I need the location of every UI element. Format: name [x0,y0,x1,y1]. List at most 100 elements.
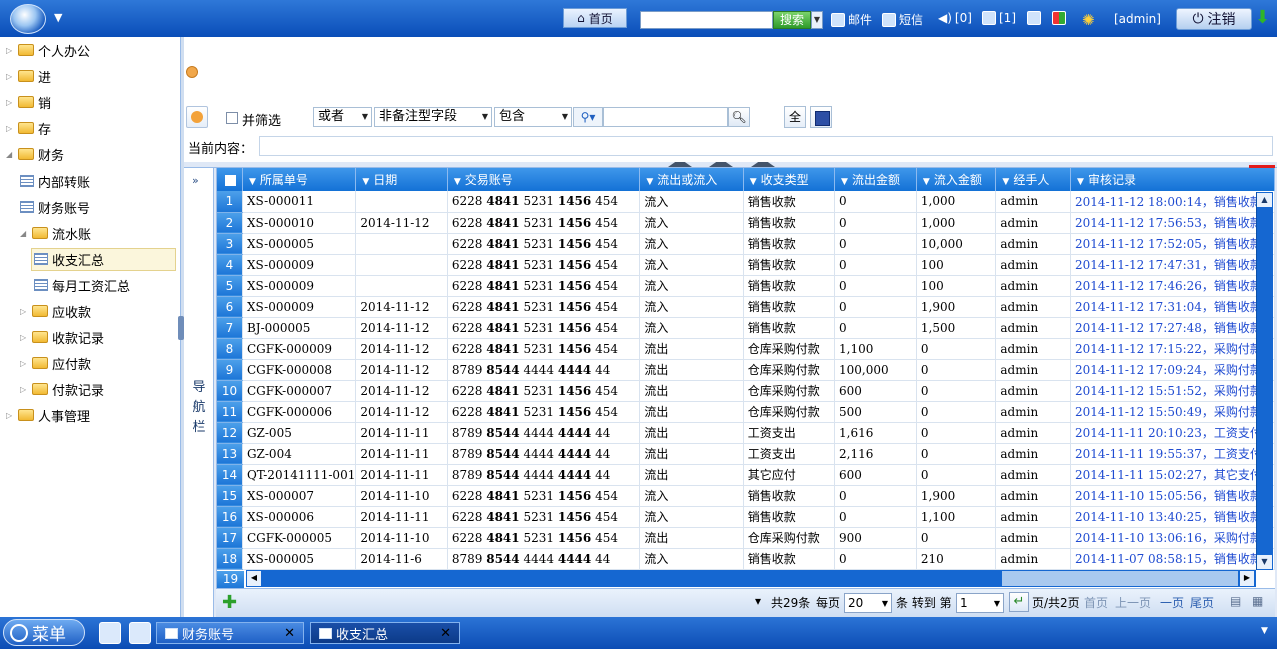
field-select[interactable]: 非备注型字段 [374,107,492,127]
table-row[interactable]: 8 CGFK-000009 2014-11-12 6228 4841 5231 145… [217,338,1275,360]
table-row[interactable]: 18 XS-000005 2014-11-6 8789 8544 4444 4444 … [217,548,1275,570]
tree-item-internal-transfer[interactable]: 内部转账 [20,170,90,192]
tree-item-sales[interactable]: ▷ 销 [6,91,51,113]
col-header-inflow[interactable]: ▼ 流入金额 [916,168,997,191]
tree-item-journal[interactable]: ◢ 流水账 [20,222,91,244]
expand-nav-icon[interactable]: » [192,174,199,187]
logic-select[interactable]: 或者 [313,107,372,127]
search-button[interactable]: 搜索 [773,11,811,29]
operator-select[interactable]: 包含 [494,107,572,127]
tree-item-receipt-records[interactable]: ▷ 收款记录 [20,326,104,348]
grid-view-icon[interactable]: ▦ [1252,594,1263,608]
table-row[interactable]: 17 CGFK-000005 2014-11-10 6228 4841 5231 14… [217,527,1275,549]
add-row-icon[interactable]: ✚ [222,592,237,613]
taskbar-menu-icon[interactable]: ▼ [1261,626,1268,636]
sms-button[interactable]: 短信 [882,11,923,28]
go-page-button[interactable]: ↵ [1009,592,1029,612]
settings-button[interactable]: ✺ [1082,11,1095,29]
scroll-down-icon[interactable]: ▼ [1257,555,1272,569]
last-page-link[interactable]: 尾页 [1190,594,1214,611]
horizontal-scroll-thumb[interactable] [1002,571,1238,586]
start-menu-button[interactable]: 菜单 [3,619,85,646]
search-input[interactable] [640,11,773,29]
current-content-input[interactable] [259,136,1273,156]
navigation-bar-label[interactable]: 导航栏 [192,378,206,438]
col-header-order-no[interactable]: ▼ 所属单号 [242,168,357,191]
tree-item-payables[interactable]: ▷ 应付款 [20,352,91,374]
tree-item-payment-records[interactable]: ▷ 付款记录 [20,378,104,400]
table-row[interactable]: 5 XS-000009 6228 4841 5231 1456 454 流入 销售收款 0… [217,275,1275,297]
scroll-right-icon[interactable]: ▶ [1240,571,1254,586]
table-row[interactable]: 2 XS-000010 2014-11-12 6228 4841 5231 1456 … [217,212,1275,234]
col-header-outflow[interactable]: ▼ 流出金额 [834,168,917,191]
show-all-button[interactable]: 全 [784,106,806,128]
list-view-icon[interactable]: ▤ [1230,594,1241,608]
table-row[interactable]: 9 CGFK-000008 2014-11-12 8789 8544 4444 444… [217,359,1275,381]
tree-item-personal-office[interactable]: ▷ 个人办公 [6,39,90,61]
chevron-down-icon[interactable]: ▼ [54,11,62,24]
filter-value-input[interactable] [603,107,728,127]
search-dropdown-icon[interactable]: ▼ [811,11,823,29]
account-cell: 8789 8544 4444 4444 44 [447,464,641,486]
table-row[interactable]: 13 GZ-004 2014-11-11 8789 8544 4444 4444 44… [217,443,1275,465]
pager-menu-icon[interactable]: ▾ [755,594,761,608]
table-row[interactable]: 6 XS-000009 2014-11-12 6228 4841 5231 1456 … [217,296,1275,318]
col-header-handler[interactable]: ▼ 经手人 [995,168,1072,191]
next-page-link[interactable]: 一页 [1160,594,1184,611]
green-down-arrow-icon[interactable]: ⬇ [1255,9,1271,29]
sort-arrow-icon: ▼ [362,177,370,187]
app-logo-icon[interactable] [10,4,46,34]
home-button[interactable]: ⌂ 首页 [563,8,627,28]
scroll-up-icon[interactable]: ▲ [1257,193,1272,207]
table-row[interactable]: 14 QT-20141111-001 2014-11-11 8789 8544 444… [217,464,1275,486]
col-header-direction[interactable]: ▼ 流出或流入 [639,168,744,191]
doc-button[interactable]: [1] [982,11,1016,25]
close-icon[interactable]: ✕ [440,626,451,641]
close-icon[interactable]: ✕ [284,626,295,641]
table-row[interactable]: 4 XS-000009 6228 4841 5231 1456 454 流入 销售收款 0… [217,254,1275,276]
first-page-link[interactable]: 首页 [1084,594,1108,611]
account-part: 454 [595,278,618,293]
logout-button[interactable]: ⏻ 注销 [1176,8,1252,30]
table-row[interactable]: 3 XS-000005 6228 4841 5231 1456 454 流入 销售收款 0… [217,233,1275,255]
table-row[interactable]: 15 XS-000007 2014-11-10 6228 4841 5231 1456… [217,485,1275,507]
col-header-type[interactable]: ▼ 收支类型 [743,168,836,191]
tree-item-hr[interactable]: ▷ 人事管理 [6,404,90,426]
and-filter-checkbox[interactable] [226,112,238,124]
tree-item-receivables[interactable]: ▷ 应收款 [20,300,91,322]
table-row[interactable]: 1 XS-000011 6228 4841 5231 1456 454 流入 销售收款 0… [217,191,1275,213]
tree-item-income-expense-summary[interactable]: 收支汇总 [34,248,104,270]
select-all-checkbox[interactable] [225,174,236,186]
table-row[interactable]: 10 CGFK-000007 2014-11-12 6228 4841 5231 14… [217,380,1275,402]
theme-button[interactable] [1052,11,1066,25]
vertical-scrollbar[interactable] [1256,192,1273,570]
tile-view-icon[interactable] [129,622,151,644]
quick-launch-icon[interactable] [99,622,121,644]
tree-item-stock[interactable]: ▷ 存 [6,117,51,139]
window-button[interactable] [1027,11,1041,25]
filter-settings-button[interactable] [186,106,208,128]
scroll-left-icon[interactable]: ◀ [247,571,261,586]
col-header-date[interactable]: ▼ 日期 [355,168,448,191]
filter-search-button[interactable]: 🔍︎ [728,107,750,127]
tree-item-monthly-salary[interactable]: 每月工资汇总 [34,274,130,296]
page-number-select[interactable]: 1 [956,593,1004,613]
table-row[interactable]: 7 BJ-000005 2014-11-12 6228 4841 5231 1456 … [217,317,1275,339]
col-header-account[interactable]: ▼ 交易账号 [447,168,641,191]
mail-button[interactable]: 邮件 [831,11,872,28]
col-header-audit[interactable]: ▼ 审核记录 [1070,168,1275,191]
tree-item-finance-account[interactable]: 财务账号 [20,196,90,218]
per-page-select[interactable]: 20 [844,593,892,613]
search-mode-dropdown[interactable]: ⚲▾ [573,107,603,127]
tree-item-purchase[interactable]: ▷ 进 [6,65,51,87]
table-row[interactable]: 11 CGFK-000006 2014-11-12 6228 4841 5231 14… [217,401,1275,423]
prev-page-link[interactable]: 上一页 [1115,594,1151,611]
table-row[interactable]: 12 GZ-005 2014-11-11 8789 8544 4444 4444 44… [217,422,1275,444]
select-all-header[interactable] [217,168,243,191]
task-tab-finance-account[interactable]: 财务账号 ✕ [156,622,304,644]
table-row[interactable]: 16 XS-000006 2014-11-11 6228 4841 5231 1456… [217,506,1275,528]
tree-item-finance[interactable]: ◢ 财务 [6,143,64,165]
save-button[interactable] [810,106,832,128]
task-tab-income-summary[interactable]: 收支汇总 ✕ [310,622,460,644]
sound-button[interactable]: ◀) [0] [938,11,972,25]
